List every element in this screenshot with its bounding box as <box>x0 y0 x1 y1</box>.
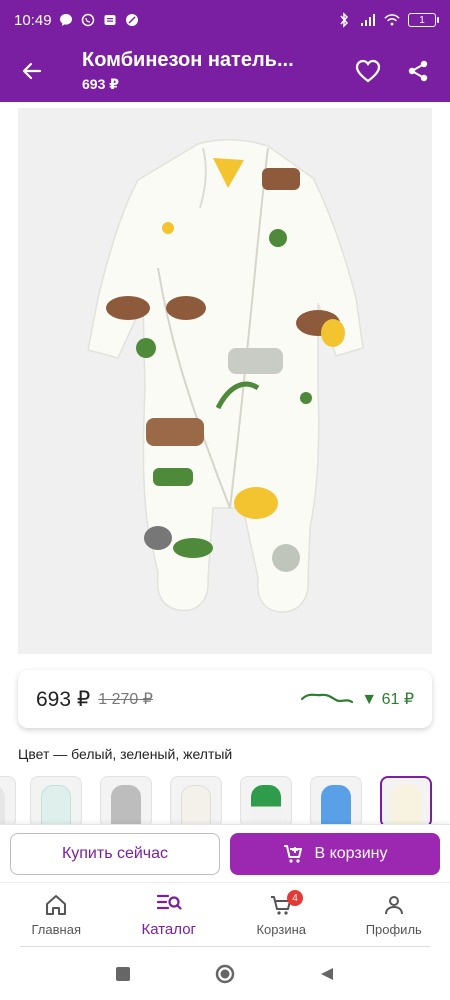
blocked-icon <box>124 12 140 28</box>
add-to-cart-button[interactable]: В корзину <box>230 832 440 875</box>
color-swatch[interactable] <box>240 776 292 824</box>
messenger-icon <box>58 12 74 28</box>
signal-icon <box>360 12 376 28</box>
page-subtitle-price: 693 ₽ <box>82 76 119 92</box>
circle-icon <box>215 964 235 984</box>
price-history-sparkline-icon <box>301 693 354 704</box>
system-back-button[interactable] <box>317 964 337 984</box>
current-price: 693 ₽ <box>36 687 91 711</box>
color-label: Цвет — белый, зеленый, желтый <box>18 746 233 762</box>
back-button[interactable] <box>0 40 64 102</box>
color-swatch-list <box>0 776 450 824</box>
nav-divider <box>20 946 430 947</box>
cart-plus-icon <box>284 844 303 863</box>
square-icon <box>116 967 130 981</box>
page-title: Комбинезон натель... <box>82 49 294 71</box>
home-system-button[interactable] <box>215 964 235 984</box>
color-swatch[interactable] <box>0 776 16 824</box>
purchase-action-bar: Купить сейчас В корзину <box>0 824 450 882</box>
battery-icon: 1 <box>408 13 439 27</box>
nav-label-cart: Корзина <box>256 922 307 937</box>
status-time: 10:49 <box>14 11 52 29</box>
color-swatch[interactable] <box>100 776 152 824</box>
share-icon <box>408 60 428 82</box>
app-bar: Комбинезон натель... 693 ₽ <box>0 40 450 102</box>
nav-item-cart[interactable]: 4 Корзина <box>225 883 338 948</box>
color-swatch-selected[interactable] <box>380 776 432 824</box>
price-card: 693 ₽ 1 270 ₽ ▼ 61 ₽ <box>18 670 432 728</box>
triangle-back-icon <box>321 968 333 980</box>
status-bar: 10:49 1 <box>0 0 450 40</box>
notification-icon <box>102 12 118 28</box>
nav-label-catalog: Каталог <box>141 921 197 938</box>
wifi-icon <box>384 12 400 28</box>
bottom-navigation: Главная Каталог 4 Корзина Профиль <box>0 882 450 948</box>
buy-now-button[interactable]: Купить сейчас <box>10 832 220 875</box>
price-drop-label: ▼ 61 ₽ <box>361 691 414 708</box>
price-trend[interactable]: ▼ 61 ₽ <box>301 689 414 709</box>
onesie-illustration <box>18 108 432 654</box>
share-button[interactable] <box>402 55 434 87</box>
nav-item-profile[interactable]: Профиль <box>338 883 450 948</box>
nav-label-profile: Профиль <box>365 922 422 937</box>
catalog-search-icon <box>156 894 182 910</box>
add-to-cart-label: В корзину <box>314 844 388 862</box>
color-swatch[interactable] <box>30 776 82 824</box>
nav-item-home[interactable]: Главная <box>0 883 113 948</box>
color-swatch[interactable] <box>170 776 222 824</box>
nav-item-catalog[interactable]: Каталог <box>113 883 226 948</box>
nav-label-home: Главная <box>31 922 81 937</box>
whatsapp-icon <box>80 12 96 28</box>
recent-apps-button[interactable] <box>113 964 133 984</box>
system-navigation-bar <box>0 948 450 1000</box>
arrow-left-icon <box>22 62 42 80</box>
product-image[interactable] <box>18 108 432 654</box>
cart-count-badge: 4 <box>287 890 303 906</box>
old-price: 1 270 ₽ <box>98 691 153 708</box>
heart-icon <box>355 59 381 83</box>
favorite-button[interactable] <box>352 55 384 87</box>
bluetooth-icon <box>336 12 352 28</box>
color-swatch[interactable] <box>310 776 362 824</box>
profile-icon <box>384 896 403 915</box>
home-icon <box>46 895 67 915</box>
